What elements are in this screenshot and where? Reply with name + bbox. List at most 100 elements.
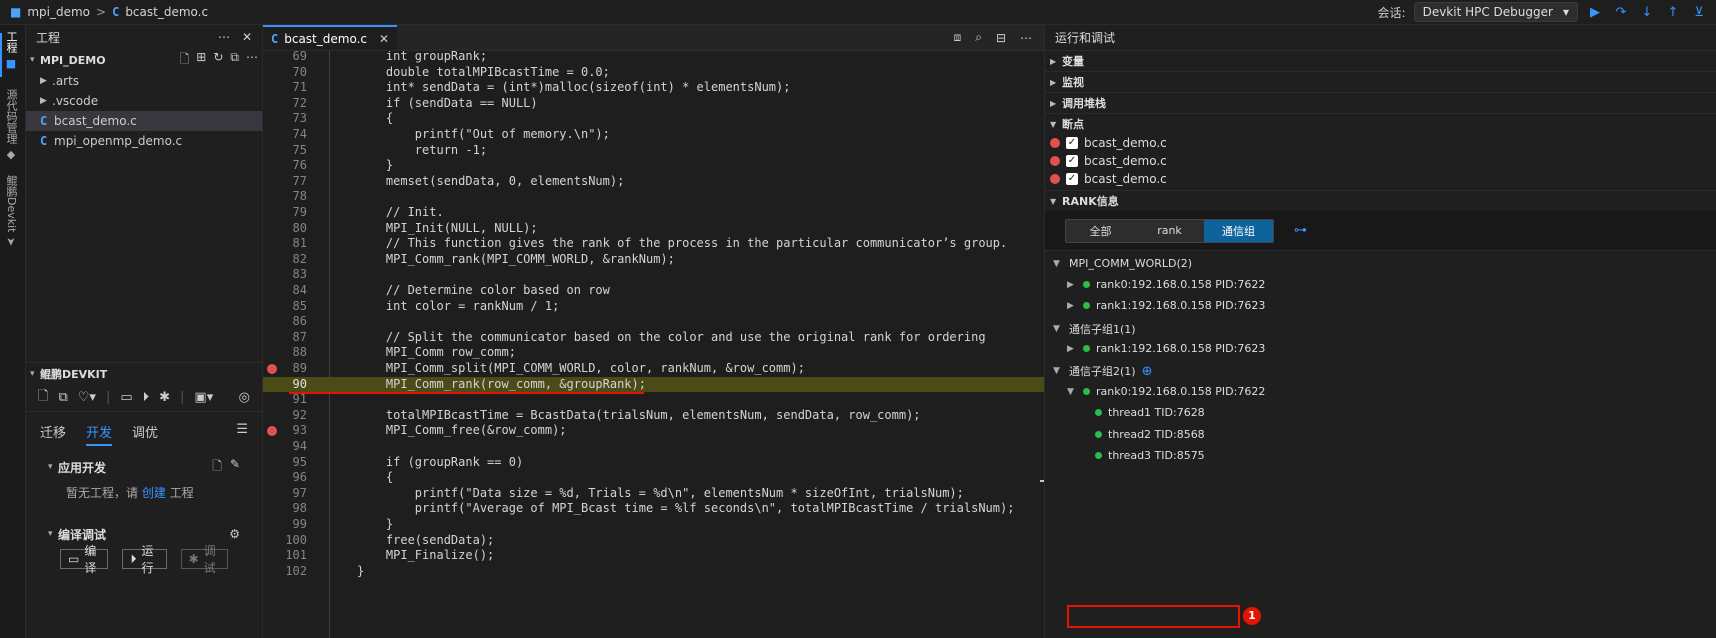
- seg-rank[interactable]: rank: [1135, 220, 1204, 242]
- compile-button[interactable]: ▭ 编译: [60, 544, 109, 575]
- activity-devkit[interactable]: 鲲鹏Devkit ➤: [3, 175, 19, 246]
- step-into-icon[interactable]: ↓: [1638, 5, 1656, 20]
- code-line[interactable]: 82 MPI_Comm_rank(MPI_COMM_WORLD, &rankNu…: [263, 252, 1044, 268]
- tree-item-bcast-demo[interactable]: C bcast_demo.c: [26, 111, 262, 131]
- code-line[interactable]: 84 // Determine color based on row: [263, 283, 1044, 299]
- code-line[interactable]: 80 MPI_Init(NULL, NULL);: [263, 221, 1044, 237]
- rank-node[interactable]: ▶ rank1:192.168.0.158 PID:7623: [1067, 299, 1265, 312]
- code-line[interactable]: 88 MPI_Comm row_comm;: [263, 345, 1044, 361]
- code-line[interactable]: 96 {: [263, 470, 1044, 486]
- code-line[interactable]: 91: [263, 392, 1044, 408]
- thread-node[interactable]: thread3 TID:8575: [1095, 449, 1205, 462]
- breadcrumb-file[interactable]: bcast_demo.c: [125, 5, 208, 19]
- rank-node[interactable]: ▶ rank1:192.168.0.158 PID:7623: [1067, 342, 1265, 355]
- breadcrumb-project[interactable]: mpi_demo: [27, 5, 90, 19]
- more-icon[interactable]: ⋯: [1020, 31, 1032, 45]
- project-header[interactable]: ▾ MPI_DEMO 🗋 ⊞ ↻ ⧉ ⋯: [26, 49, 262, 71]
- open-preview-icon[interactable]: ⧈: [954, 30, 962, 45]
- code-line[interactable]: 98 printf("Average of MPI_Bcast time = %…: [263, 501, 1044, 517]
- session-select[interactable]: Devkit HPC Debugger ▾: [1413, 2, 1578, 22]
- collapse-icon[interactable]: ⧉: [230, 50, 239, 71]
- code-line[interactable]: 87 // Split the communicator based on th…: [263, 330, 1044, 346]
- code-line[interactable]: 100 free(sendData);: [263, 533, 1044, 549]
- close-icon[interactable]: ✕: [379, 32, 389, 46]
- code-line[interactable]: 70 double totalMPIBcastTime = 0.0;: [263, 65, 1044, 81]
- seg-comm-group[interactable]: 通信组: [1204, 219, 1273, 242]
- code-line[interactable]: 79 // Init.: [263, 205, 1044, 221]
- debug-icon[interactable]: ✱: [159, 390, 170, 405]
- more-icon[interactable]: ⋯: [218, 30, 230, 44]
- continue-icon[interactable]: ▶: [1586, 5, 1604, 20]
- tab-migrate[interactable]: 迁移: [40, 422, 66, 446]
- seg-all[interactable]: 全部: [1066, 220, 1135, 242]
- code-line[interactable]: 99 }: [263, 517, 1044, 533]
- code-line[interactable]: 73 {: [263, 111, 1044, 127]
- group-sub2[interactable]: ▼ 通信子组2(1) ⊕: [1053, 363, 1153, 379]
- close-icon[interactable]: ✕: [242, 30, 252, 44]
- new-folder-icon[interactable]: ⊞: [196, 50, 206, 71]
- code-line[interactable]: 94: [263, 439, 1044, 455]
- rank-node-selected[interactable]: ▼ rank0:192.168.0.158 PID:7622: [1067, 385, 1265, 398]
- run-button[interactable]: ⏵ 运行: [122, 544, 167, 575]
- copy-icon[interactable]: ⧉: [58, 390, 67, 405]
- filter-icon[interactable]: ⊻: [1690, 5, 1708, 20]
- code-line[interactable]: 85 int color = rankNum / 1;: [263, 299, 1044, 315]
- app-dev-section[interactable]: ▾ 应用开发 🗋 ✎: [26, 456, 262, 478]
- code-line[interactable]: 93 MPI_Comm_free(&row_comm);: [263, 423, 1044, 439]
- activity-project[interactable]: 工程 ■: [3, 31, 19, 70]
- new-file-icon[interactable]: 🗋: [38, 387, 48, 409]
- section-rank-info[interactable]: ▼ RANK信息: [1045, 190, 1716, 211]
- list-icon[interactable]: ☰: [236, 422, 248, 446]
- code-line[interactable]: 77 memset(sendData, 0, elementsNum);: [263, 174, 1044, 190]
- monitor-icon[interactable]: ▣▾: [194, 390, 213, 405]
- breakpoint-item[interactable]: ✓ bcast_demo.c: [1045, 152, 1716, 170]
- breakpoint-checkbox[interactable]: ✓: [1066, 155, 1078, 167]
- code-line[interactable]: 102}: [263, 564, 1044, 580]
- breakpoint-item[interactable]: ✓ bcast_demo.c: [1045, 170, 1716, 188]
- refresh-icon[interactable]: ↻: [213, 50, 223, 71]
- section-watch[interactable]: ▶ 监视: [1045, 71, 1716, 92]
- rank-node[interactable]: ▶ rank0:192.168.0.158 PID:7622: [1067, 278, 1265, 291]
- breakpoint-item[interactable]: ✓ bcast_demo.c: [1045, 134, 1716, 152]
- tab-tune[interactable]: 调优: [132, 422, 158, 446]
- group-world[interactable]: ▼ MPI_COMM_WORLD(2): [1053, 257, 1192, 270]
- code-line[interactable]: 92 totalMPIBcastTime = BcastData(trialsN…: [263, 408, 1044, 424]
- debug-button[interactable]: ✱ 调试: [180, 544, 228, 575]
- hierarchy-icon[interactable]: ⊶: [1294, 223, 1307, 238]
- code-line[interactable]: 69 int groupRank;: [263, 51, 1044, 65]
- new-file-icon[interactable]: 🗋: [212, 457, 222, 478]
- new-file-icon[interactable]: 🗋: [180, 50, 190, 71]
- gear-icon[interactable]: ⚙: [229, 527, 240, 541]
- tree-item-arts[interactable]: ▶ .arts: [26, 71, 262, 91]
- code-line[interactable]: 89 MPI_Comm_split(MPI_COMM_WORLD, color,…: [263, 361, 1044, 377]
- group-sub1[interactable]: ▼ 通信子组1(1): [1053, 321, 1136, 337]
- code-line[interactable]: 71 int* sendData = (int*)malloc(sizeof(i…: [263, 80, 1044, 96]
- activity-source-control[interactable]: 源代码管理 ◆: [3, 89, 19, 161]
- code-line[interactable]: 97 printf("Data size = %d, Trials = %d\n…: [263, 486, 1044, 502]
- split-editor-icon[interactable]: ⊟: [996, 31, 1006, 45]
- more-icon[interactable]: ⋯: [246, 50, 258, 71]
- code-line[interactable]: 76 }: [263, 158, 1044, 174]
- code-line[interactable]: 101 MPI_Finalize();: [263, 548, 1044, 564]
- step-out-icon[interactable]: ↑: [1664, 5, 1682, 20]
- code-area[interactable]: 69 int groupRank; 70 double totalMPIBcast…: [263, 51, 1044, 638]
- tab-develop[interactable]: 开发: [86, 422, 113, 446]
- heart-icon[interactable]: ♡▾: [78, 390, 96, 405]
- compile-icon[interactable]: ▭: [120, 390, 132, 405]
- code-line[interactable]: 75 return -1;: [263, 143, 1044, 159]
- user-icon[interactable]: ◎: [239, 390, 250, 405]
- code-line[interactable]: 86: [263, 314, 1044, 330]
- code-line[interactable]: 72 if (sendData == NULL): [263, 96, 1044, 112]
- breakpoint-checkbox[interactable]: ✓: [1066, 173, 1078, 185]
- code-line[interactable]: 83: [263, 267, 1044, 283]
- editor-tab-bcast-demo[interactable]: C bcast_demo.c ✕: [263, 25, 398, 50]
- section-breakpoints[interactable]: ▼ 断点: [1045, 113, 1716, 134]
- edit-icon[interactable]: ✎: [230, 457, 240, 478]
- run-icon[interactable]: ⏵: [143, 390, 150, 405]
- section-callstack[interactable]: ▶ 调用堆栈: [1045, 92, 1716, 113]
- thread-node[interactable]: thread1 TID:7628: [1095, 406, 1205, 419]
- step-over-icon[interactable]: ↷: [1612, 5, 1630, 20]
- breakpoint-checkbox[interactable]: ✓: [1066, 137, 1078, 149]
- create-project-link[interactable]: 创建: [142, 486, 166, 500]
- thread-node[interactable]: thread2 TID:8568: [1095, 428, 1205, 441]
